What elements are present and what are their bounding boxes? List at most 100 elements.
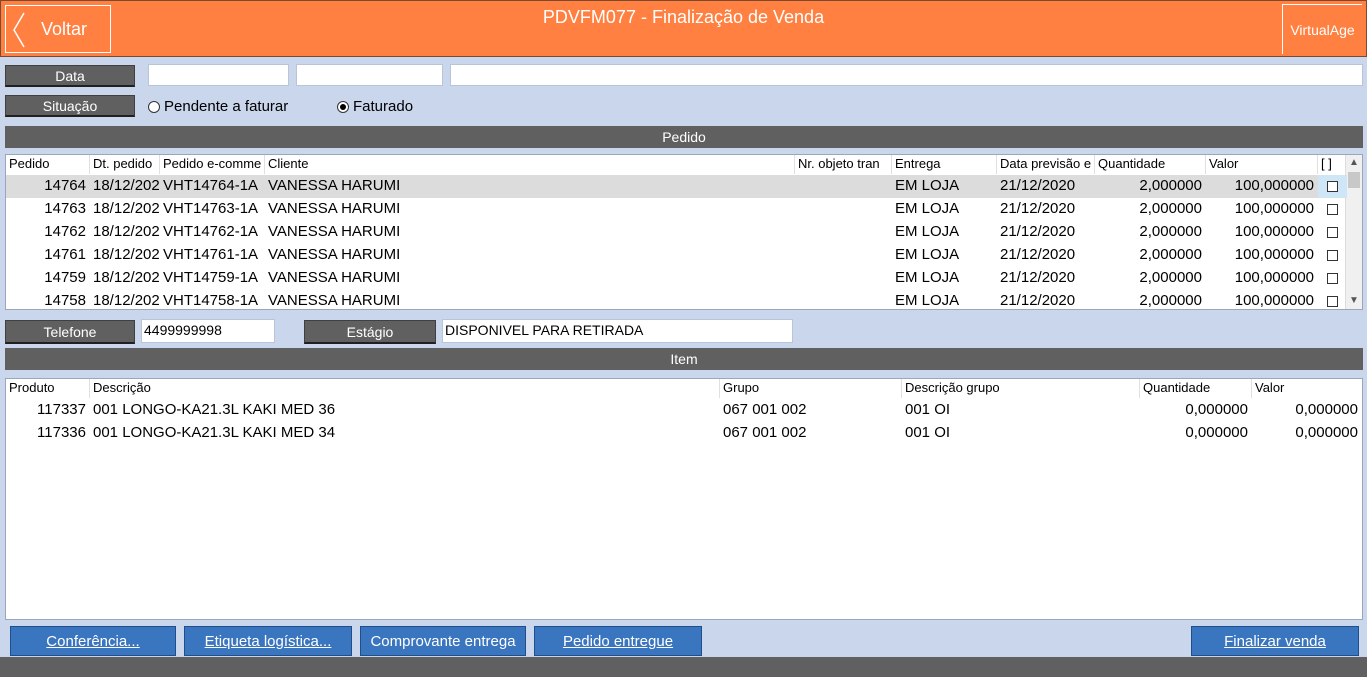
radio-circle-selected: [337, 100, 349, 113]
radio-circle: [148, 100, 160, 113]
pedido-grid: Pedido Dt. pedido Pedido e-comme Cliente…: [5, 154, 1363, 310]
cell-valor: 100,000000: [1234, 200, 1314, 217]
cell-dt: 18/12/2020: [93, 200, 160, 217]
cell-pedido: 14761: [44, 246, 86, 263]
pedido-scrollbar[interactable]: ▲ ▼: [1345, 155, 1362, 309]
item-section-title: Item: [5, 348, 1363, 370]
col-header-valor[interactable]: Valor: [1206, 155, 1318, 174]
cell-cliente: VANESSA HARUMI: [268, 223, 401, 240]
col-header-item-quantidade[interactable]: Quantidade: [1140, 379, 1252, 398]
cell-pedido: 14759: [44, 269, 86, 286]
col-header-select[interactable]: [ ]: [1318, 155, 1347, 174]
row-checkbox[interactable]: [1327, 227, 1338, 238]
row-checkbox[interactable]: [1327, 296, 1338, 307]
cell-entrega: EM LOJA: [895, 246, 960, 263]
data-start-field[interactable]: [148, 64, 289, 86]
row-checkbox[interactable]: [1327, 181, 1338, 192]
cell-nr: [795, 221, 892, 244]
chevron-down-icon[interactable]: ▼: [1346, 293, 1362, 309]
cell-cliente: VANESSA HARUMI: [268, 269, 401, 286]
cell-descricao: 001 LONGO-KA21.3L KAKI MED 36: [93, 401, 336, 418]
table-row[interactable]: 14759 18/12/2020VHT14759-1A VANESSA HARUMI…: [6, 267, 1347, 290]
cell-quantidade: 0,000000: [1185, 424, 1248, 441]
cell-entrega: EM LOJA: [895, 223, 960, 240]
cell-nr: [795, 267, 892, 290]
cell-cliente: VANESSA HARUMI: [268, 200, 401, 217]
conferencia-button[interactable]: Conferência...: [10, 626, 176, 656]
col-header-nr-objeto[interactable]: Nr. objeto tran: [795, 155, 892, 174]
telefone-label: Telefone: [5, 320, 135, 344]
table-row[interactable]: 14761 18/12/2020VHT14761-1A VANESSA HARUMI…: [6, 244, 1347, 267]
table-row[interactable]: 117336 001 LONGO-KA21.3L KAKI MED 34 067 0…: [6, 422, 1362, 445]
cell-ecomm: VHT14758-1A: [163, 292, 259, 309]
cell-dt: 18/12/2020: [93, 177, 160, 194]
chevron-up-icon[interactable]: ▲: [1346, 155, 1362, 171]
cell-quantidade: 2,000000: [1139, 292, 1202, 309]
cell-previsao: 21/12/2020: [1000, 177, 1076, 194]
cell-dt: 18/12/2020: [93, 269, 160, 286]
col-header-quantidade[interactable]: Quantidade: [1095, 155, 1206, 174]
cell-grupo: 067 001 002: [723, 424, 807, 441]
col-header-item-valor[interactable]: Valor: [1252, 379, 1362, 398]
cell-previsao: 21/12/2020: [1000, 200, 1076, 217]
cell-pedido: 14758: [44, 292, 86, 309]
cell-cliente: VANESSA HARUMI: [268, 246, 401, 263]
col-header-data-previsao[interactable]: Data previsão e: [997, 155, 1095, 174]
estagio-field[interactable]: DISPONIVEL PARA RETIRADA: [442, 319, 793, 343]
row-checkbox[interactable]: [1327, 250, 1338, 261]
cell-quantidade: 0,000000: [1185, 401, 1248, 418]
table-row[interactable]: 14762 18/12/2020VHT14762-1A VANESSA HARUMI…: [6, 221, 1347, 244]
cell-valor: 100,000000: [1234, 246, 1314, 263]
cell-valor: 0,000000: [1295, 401, 1358, 418]
col-header-pedido-ecommerce[interactable]: Pedido e-comme: [160, 155, 265, 174]
radio-faturado[interactable]: Faturado: [337, 98, 413, 115]
cell-valor: 100,000000: [1234, 269, 1314, 286]
cell-valor: 0,000000: [1295, 424, 1358, 441]
data-end-field[interactable]: [296, 64, 443, 86]
estagio-label: Estágio: [304, 320, 436, 344]
cell-produto: 117336: [37, 424, 86, 441]
cell-previsao: 21/12/2020: [1000, 292, 1076, 309]
etiqueta-logistica-button[interactable]: Etiqueta logística...: [184, 626, 352, 656]
col-header-dt-pedido[interactable]: Dt. pedido: [90, 155, 160, 174]
col-header-descricao-grupo[interactable]: Descrição grupo: [902, 379, 1140, 398]
cell-quantidade: 2,000000: [1139, 200, 1202, 217]
col-header-cliente[interactable]: Cliente: [265, 155, 795, 174]
row-checkbox[interactable]: [1327, 273, 1338, 284]
pedido-section-title: Pedido: [5, 126, 1363, 148]
cell-previsao: 21/12/2020: [1000, 269, 1076, 286]
radio-pendente-label: Pendente a faturar: [164, 98, 289, 115]
table-row[interactable]: 117337 001 LONGO-KA21.3L KAKI MED 36 067 0…: [6, 399, 1362, 422]
cell-ecomm: VHT14761-1A: [163, 246, 259, 263]
app-header: Voltar PDVFM077 - Finalização de Venda V…: [0, 0, 1367, 57]
radio-pendente[interactable]: Pendente a faturar: [148, 98, 288, 115]
cell-previsao: 21/12/2020: [1000, 223, 1076, 240]
cell-dt: 18/12/2020: [93, 246, 160, 263]
cell-nr: [795, 244, 892, 267]
col-header-descricao[interactable]: Descrição: [90, 379, 720, 398]
col-header-pedido[interactable]: Pedido: [6, 155, 90, 174]
finalizar-venda-button[interactable]: Finalizar venda: [1191, 626, 1359, 656]
col-header-entrega[interactable]: Entrega: [892, 155, 997, 174]
pedido-entregue-button[interactable]: Pedido entregue: [534, 626, 702, 656]
table-row[interactable]: 14764 18/12/2020VHT14764-1A VANESSA HARUMI…: [6, 175, 1347, 198]
scroll-thumb[interactable]: [1348, 172, 1360, 188]
cell-quantidade: 2,000000: [1139, 223, 1202, 240]
data-label: Data: [5, 65, 135, 87]
data-extra-field[interactable]: [450, 64, 1363, 86]
row-checkbox[interactable]: [1327, 204, 1338, 215]
radio-faturado-label: Faturado: [353, 98, 414, 115]
virtualage-button[interactable]: VirtualAge: [1282, 4, 1362, 54]
cell-nr: [795, 290, 892, 309]
cell-cliente: VANESSA HARUMI: [268, 292, 401, 309]
telefone-field[interactable]: 4499999998: [141, 319, 275, 343]
table-row[interactable]: 14763 18/12/2020VHT14763-1A VANESSA HARUMI…: [6, 198, 1347, 221]
col-header-produto[interactable]: Produto: [6, 379, 90, 398]
cell-pedido: 14762: [44, 223, 86, 240]
cell-valor: 100,000000: [1234, 177, 1314, 194]
col-header-grupo[interactable]: Grupo: [720, 379, 902, 398]
table-row[interactable]: 14758 18/12/2020VHT14758-1A VANESSA HARUMI…: [6, 290, 1347, 309]
comprovante-entrega-button[interactable]: Comprovante entrega: [360, 626, 526, 656]
cell-entrega: EM LOJA: [895, 269, 960, 286]
cell-pedido: 14763: [44, 200, 86, 217]
